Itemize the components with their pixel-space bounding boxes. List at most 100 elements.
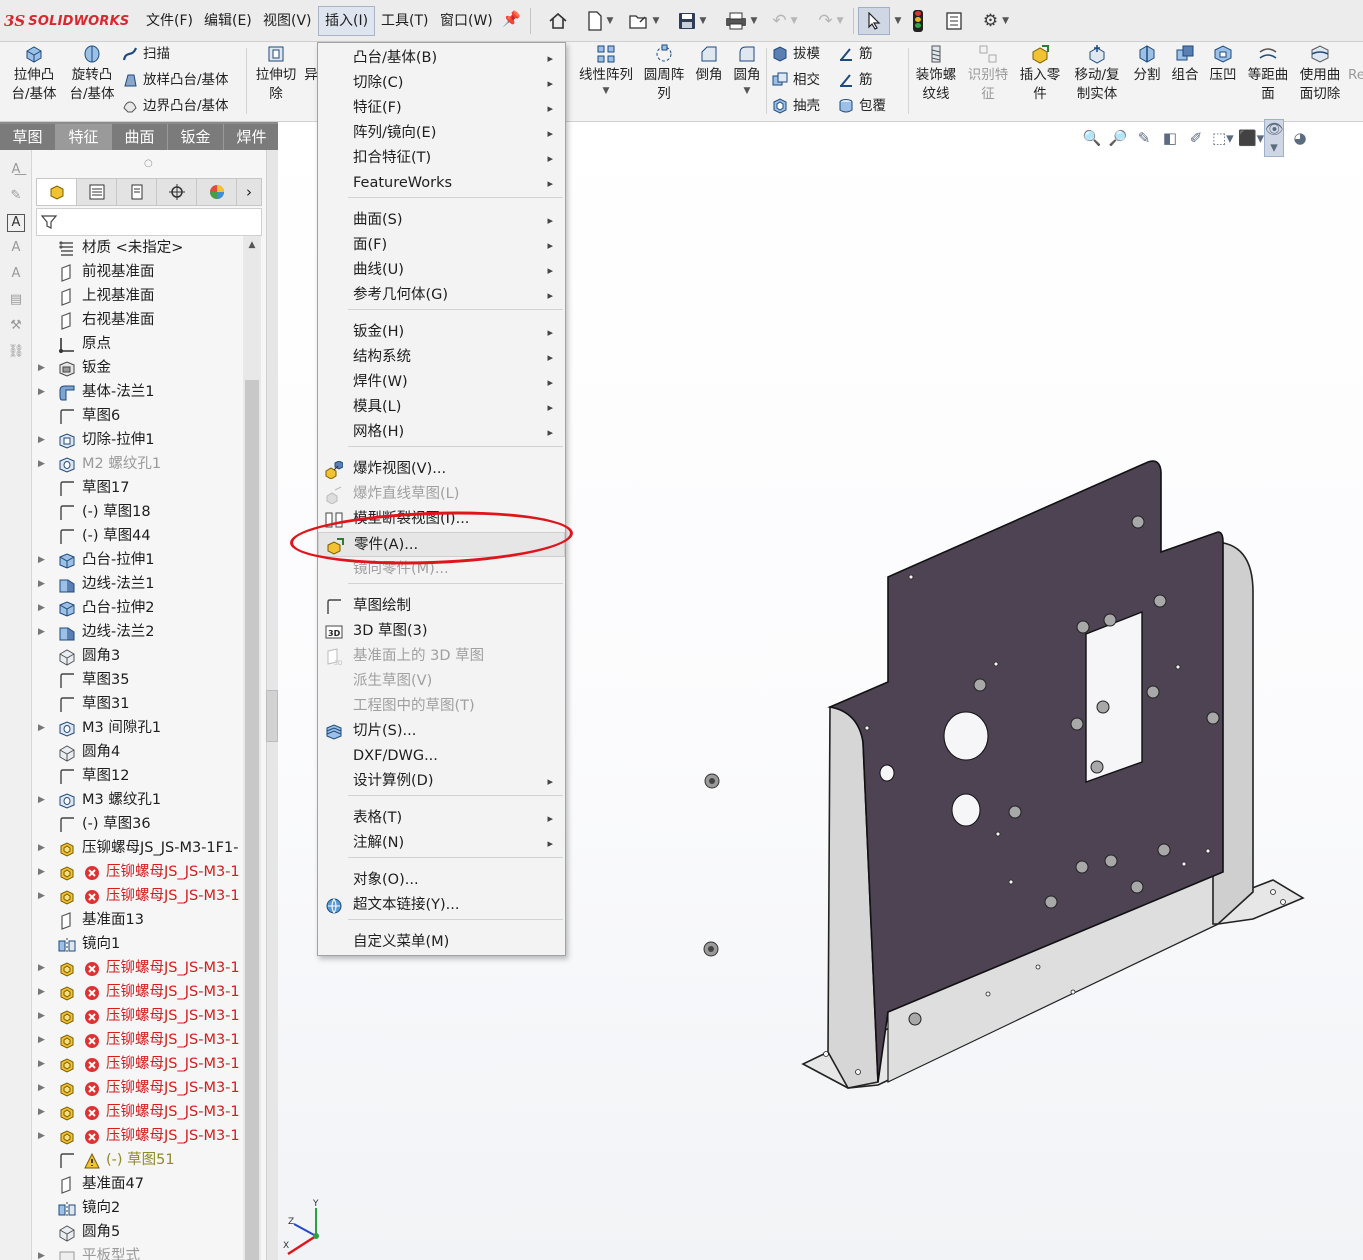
property-manager-tab-icon[interactable] — [77, 179, 117, 205]
insert-menu-item[interactable]: 切片(S)... — [318, 719, 565, 744]
feature-tree-item[interactable]: 圆角3 — [32, 644, 242, 668]
insert-menu-item[interactable]: 模具(L) ▸ — [318, 395, 565, 420]
medium-round-hole[interactable] — [951, 793, 981, 827]
feature-tree-filter[interactable] — [36, 208, 262, 236]
linear-pattern-dropdown-icon[interactable]: ▼ — [575, 85, 637, 97]
tab-surfaces[interactable]: 曲面 — [112, 124, 168, 150]
feature-tree-item[interactable]: ▶ 边线-法兰1 — [32, 572, 242, 596]
expand-arrow-icon[interactable]: ▶ — [38, 380, 45, 404]
expand-arrow-icon[interactable]: ▶ — [38, 860, 45, 884]
feature-tree-item[interactable]: ▶ 压铆螺母JS_JS-M3-1 — [32, 980, 242, 1004]
feature-tree-item[interactable]: 草图35 — [32, 668, 242, 692]
expand-arrow-icon[interactable]: ▶ — [38, 956, 45, 980]
feature-tree-item[interactable]: ▶ 边线-法兰2 — [32, 620, 242, 644]
fillet-dropdown-icon[interactable]: ▼ — [730, 85, 764, 97]
linear-pattern-button[interactable]: 线性阵列 ▼ — [575, 44, 637, 97]
insert-menu-item[interactable]: 网格(H) ▸ — [318, 420, 565, 445]
insert-menu-item[interactable]: 曲面(S) ▸ — [318, 208, 565, 233]
zoom-to-fit-icon[interactable]: 🔍 — [1082, 129, 1102, 147]
save-icon[interactable]: ▼ — [673, 7, 711, 35]
insert-menu-item[interactable]: 特征(F) ▸ — [318, 96, 565, 121]
feature-tree-item[interactable]: 草图17 — [32, 476, 242, 500]
expand-arrow-icon[interactable]: ▶ — [38, 980, 45, 1004]
feature-tree-item[interactable]: ▶ 压铆螺母JS_JS-M3-1 — [32, 1076, 242, 1100]
feature-tree-item[interactable]: ▶ M3 螺纹孔1 — [32, 788, 242, 812]
undo-icon[interactable]: ↶ ▼ — [768, 7, 802, 35]
select-pointer-icon[interactable] — [858, 7, 890, 35]
combine-button[interactable]: 组合 — [1168, 44, 1202, 85]
feature-tree-item[interactable]: 草图12 — [32, 764, 242, 788]
feature-tree-item[interactable]: ▶ 凸台-拉伸2 — [32, 596, 242, 620]
print-icon[interactable]: ▼ — [720, 7, 762, 35]
file-properties-icon[interactable] — [942, 7, 966, 35]
feature-tree-item[interactable]: (-) 草图44 — [32, 524, 242, 548]
expand-arrow-icon[interactable]: ▶ — [38, 1004, 45, 1028]
weld-symbol-icon[interactable]: ⚒ — [7, 318, 25, 336]
edit-appearance-icon[interactable]: ◕ — [1290, 129, 1310, 147]
large-round-hole[interactable] — [943, 711, 989, 761]
insert-menu-item[interactable]: 切除(C) ▸ — [318, 71, 565, 96]
feature-tree-item[interactable]: ▶ 压铆螺母JS_JS-M3-1 — [32, 1124, 242, 1148]
feature-tree-item[interactable]: 圆角4 — [32, 740, 242, 764]
layer-icon[interactable]: ▤ — [7, 292, 25, 310]
select-dropdown-icon[interactable]: ▼ — [892, 7, 904, 35]
rib-button[interactable]: 筋 — [838, 42, 873, 66]
loft-button[interactable]: 放样凸台/基体 — [122, 68, 229, 92]
feature-tree-item[interactable]: 前视基准面 — [32, 260, 242, 284]
surface-cut-button[interactable]: 使用曲 面切除 — [1296, 44, 1344, 104]
insert-menu-item[interactable]: 结构系统 ▸ — [318, 345, 565, 370]
feature-tree-item[interactable]: ▶ 凸台-拉伸1 — [32, 548, 242, 572]
expand-arrow-icon[interactable]: ▶ — [38, 572, 45, 596]
loose-nut[interactable] — [704, 773, 720, 789]
feature-tree-item[interactable]: (-) 草图51 — [32, 1148, 242, 1172]
feature-tree-item[interactable]: 基准面47 — [32, 1172, 242, 1196]
splitter-handle[interactable] — [266, 690, 278, 742]
display-manager-tab-icon[interactable] — [197, 179, 237, 205]
menu-file[interactable]: 文件(F) — [140, 6, 199, 36]
expand-arrow-icon[interactable]: ▶ — [38, 620, 45, 644]
insert-part-button[interactable]: 插入零 件 — [1016, 44, 1064, 104]
feature-tree-item[interactable]: (-) 草图36 — [32, 812, 242, 836]
section-view-icon[interactable]: ◧ — [1160, 129, 1180, 147]
insert-menu-item[interactable]: 3D 3D 草图(3) — [318, 619, 565, 644]
insert-menu-item[interactable]: DXF/DWG... — [318, 744, 565, 769]
expand-arrow-icon[interactable]: ▶ — [38, 548, 45, 572]
traffic-light-icon[interactable] — [913, 10, 923, 32]
expand-arrow-icon[interactable]: ▶ — [38, 1028, 45, 1052]
feature-tree-item[interactable]: ▶ 压铆螺母JS_JS-M3-1 — [32, 956, 242, 980]
feature-tree-item[interactable]: 镜向1 — [32, 932, 242, 956]
feature-tree-item[interactable]: ▶ 基体-法兰1 — [32, 380, 242, 404]
expand-arrow-icon[interactable]: ▶ — [38, 452, 45, 476]
feature-tree-item[interactable]: ▶ 压铆螺母JS_JS-M3-1 — [32, 1028, 242, 1052]
expand-arrow-icon[interactable]: ▶ — [38, 1052, 45, 1076]
redo-icon[interactable]: ↷ ▼ — [814, 7, 848, 35]
open-icon[interactable]: ▼ — [626, 7, 662, 35]
feature-tree-item[interactable]: ▶ 压铆螺母JS_JS-M3-1 — [32, 884, 242, 908]
feature-tree-item[interactable]: ▶ 压铆螺母JS_JS-M3-1F1- — [32, 836, 242, 860]
rib-button-2[interactable]: 筋 — [838, 68, 873, 92]
expand-arrow-icon[interactable]: ▶ — [38, 356, 45, 380]
dimxpert-tab-icon[interactable] — [157, 179, 197, 205]
insert-menu-item[interactable]: 自定义菜单(M) — [318, 930, 565, 955]
insert-menu-item[interactable]: 爆炸视图(V)... — [318, 457, 565, 482]
tab-sketch[interactable]: 草图 — [0, 124, 56, 150]
feature-tree-tab-icon[interactable] — [37, 179, 77, 205]
insert-menu-item[interactable]: 草图绘制 — [318, 594, 565, 619]
cosmetic-thread-button[interactable]: 装饰螺 纹线 — [912, 44, 960, 104]
feature-tree-item[interactable]: ▶ 压铆螺母JS_JS-M3-1 — [32, 1004, 242, 1028]
insert-menu-item[interactable]: 扣合特征(T) ▸ — [318, 146, 565, 171]
insert-menu-item[interactable]: 曲线(U) ▸ — [318, 258, 565, 283]
pin-icon[interactable]: 📌 — [502, 10, 521, 28]
shell-button[interactable]: 抽壳 — [772, 94, 820, 118]
feature-tree-item[interactable]: ▶ 钣金 — [32, 356, 242, 380]
datum-icon[interactable]: A — [7, 266, 25, 284]
view-orientation-icon[interactable]: ⬚▾ — [1212, 129, 1234, 147]
feature-tree-item[interactable]: ▶ 切除-拉伸1 — [32, 428, 242, 452]
configuration-manager-tab-icon[interactable] — [117, 179, 157, 205]
tab-sheet-metal[interactable]: 钣金 — [168, 124, 224, 150]
insert-menu-item[interactable]: 凸台/基体(B) ▸ — [318, 46, 565, 71]
menu-tools[interactable]: 工具(T) — [375, 6, 434, 36]
move-copy-body-button[interactable]: 移动/复 制实体 — [1068, 44, 1126, 104]
feature-tree-item[interactable]: 上视基准面 — [32, 284, 242, 308]
insert-menu-item[interactable]: 参考几何体(G) ▸ — [318, 283, 565, 308]
